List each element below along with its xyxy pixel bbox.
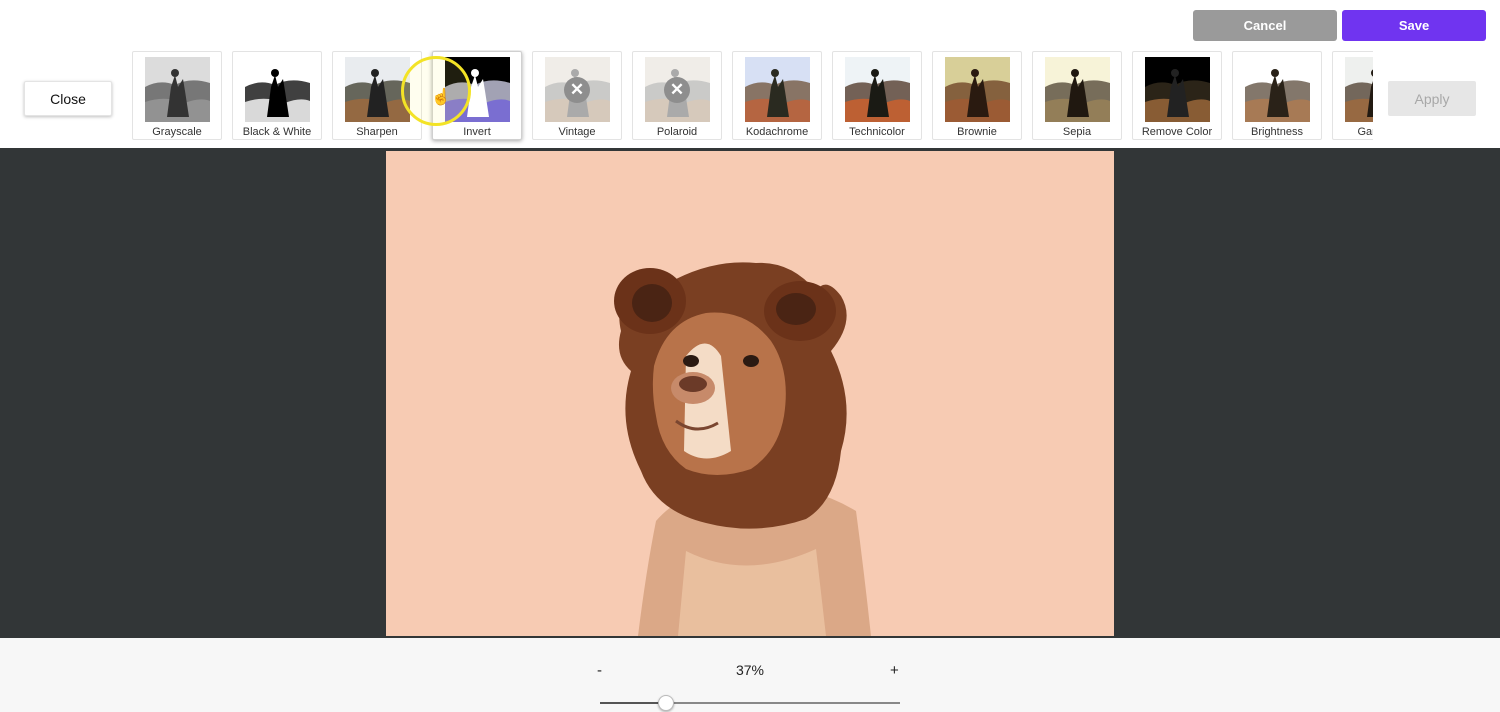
zoom-slider-fill (600, 702, 666, 704)
close-circle-icon: ✕ (664, 77, 690, 103)
filter-strip: Grayscale Black & White Sharpen Invert ✕ Vint… (127, 50, 1373, 146)
filter-thumbnail (945, 57, 1010, 122)
dog-photo (614, 262, 871, 636)
editor-toolbar: Cancel Save Close Grayscale Black & White… (0, 0, 1500, 155)
filter-thumbnail (445, 57, 510, 122)
cancel-button[interactable]: Cancel (1193, 10, 1337, 41)
filter-technicolor[interactable]: Technicolor (832, 51, 922, 140)
filter-grayscale[interactable]: Grayscale (132, 51, 222, 140)
filter-black-white[interactable]: Black & White (232, 51, 322, 140)
filter-thumbnail (845, 57, 910, 122)
filter-brightness[interactable]: Brightness (1232, 51, 1322, 140)
filter-label: Technicolor (849, 126, 905, 138)
filter-gamma[interactable]: Gamma (1332, 51, 1373, 140)
zoom-level: 37% (735, 662, 765, 678)
filter-thumbnail: ✕ (545, 57, 610, 122)
zoom-in-button[interactable]: + (890, 662, 899, 679)
filter-brownie[interactable]: Brownie (932, 51, 1022, 140)
filter-invert[interactable]: Invert (432, 51, 522, 140)
filter-label: Kodachrome (745, 126, 809, 138)
filter-polaroid[interactable]: ✕ Polaroid (632, 51, 722, 140)
filter-label: Black & White (242, 126, 312, 138)
filter-label: Grayscale (152, 126, 202, 138)
apply-button[interactable]: Apply (1388, 81, 1476, 116)
filter-thumbnail (1045, 57, 1110, 122)
filter-label: Invert (463, 126, 491, 138)
close-circle-icon: ✕ (564, 77, 590, 103)
filter-kodachrome[interactable]: Kodachrome (732, 51, 822, 140)
save-button[interactable]: Save (1342, 10, 1486, 41)
filter-label: Polaroid (656, 126, 698, 138)
image-canvas[interactable] (386, 151, 1114, 636)
zoom-slider-handle[interactable] (658, 695, 674, 711)
zoom-slider[interactable] (600, 695, 900, 711)
filter-thumbnail (1345, 57, 1373, 122)
filter-thumbnail (145, 57, 210, 122)
filter-thumbnail (245, 57, 310, 122)
filter-sharpen[interactable]: Sharpen (332, 51, 422, 140)
filter-sepia[interactable]: Sepia (1032, 51, 1122, 140)
filter-thumbnail (345, 57, 410, 122)
filter-label: Sharpen (356, 126, 398, 138)
filter-remove-color[interactable]: Remove Color (1132, 51, 1222, 140)
filter-label: Brightness (1251, 126, 1303, 138)
filter-label: Vintage (558, 126, 596, 138)
filter-label: Brownie (957, 126, 997, 138)
image-workspace (0, 148, 1500, 638)
filter-thumbnail (745, 57, 810, 122)
filter-label: Gamma (1357, 126, 1373, 138)
zoom-bar: - 37% + (0, 638, 1500, 712)
filter-vintage[interactable]: ✕ Vintage (532, 51, 622, 140)
zoom-out-button[interactable]: - (597, 662, 602, 679)
close-button[interactable]: Close (24, 81, 112, 116)
filter-thumbnail (1145, 57, 1210, 122)
filter-label: Sepia (1062, 126, 1092, 138)
filter-label: Remove Color (1141, 126, 1213, 138)
filter-thumbnail (1245, 57, 1310, 122)
filter-thumbnail: ✕ (645, 57, 710, 122)
